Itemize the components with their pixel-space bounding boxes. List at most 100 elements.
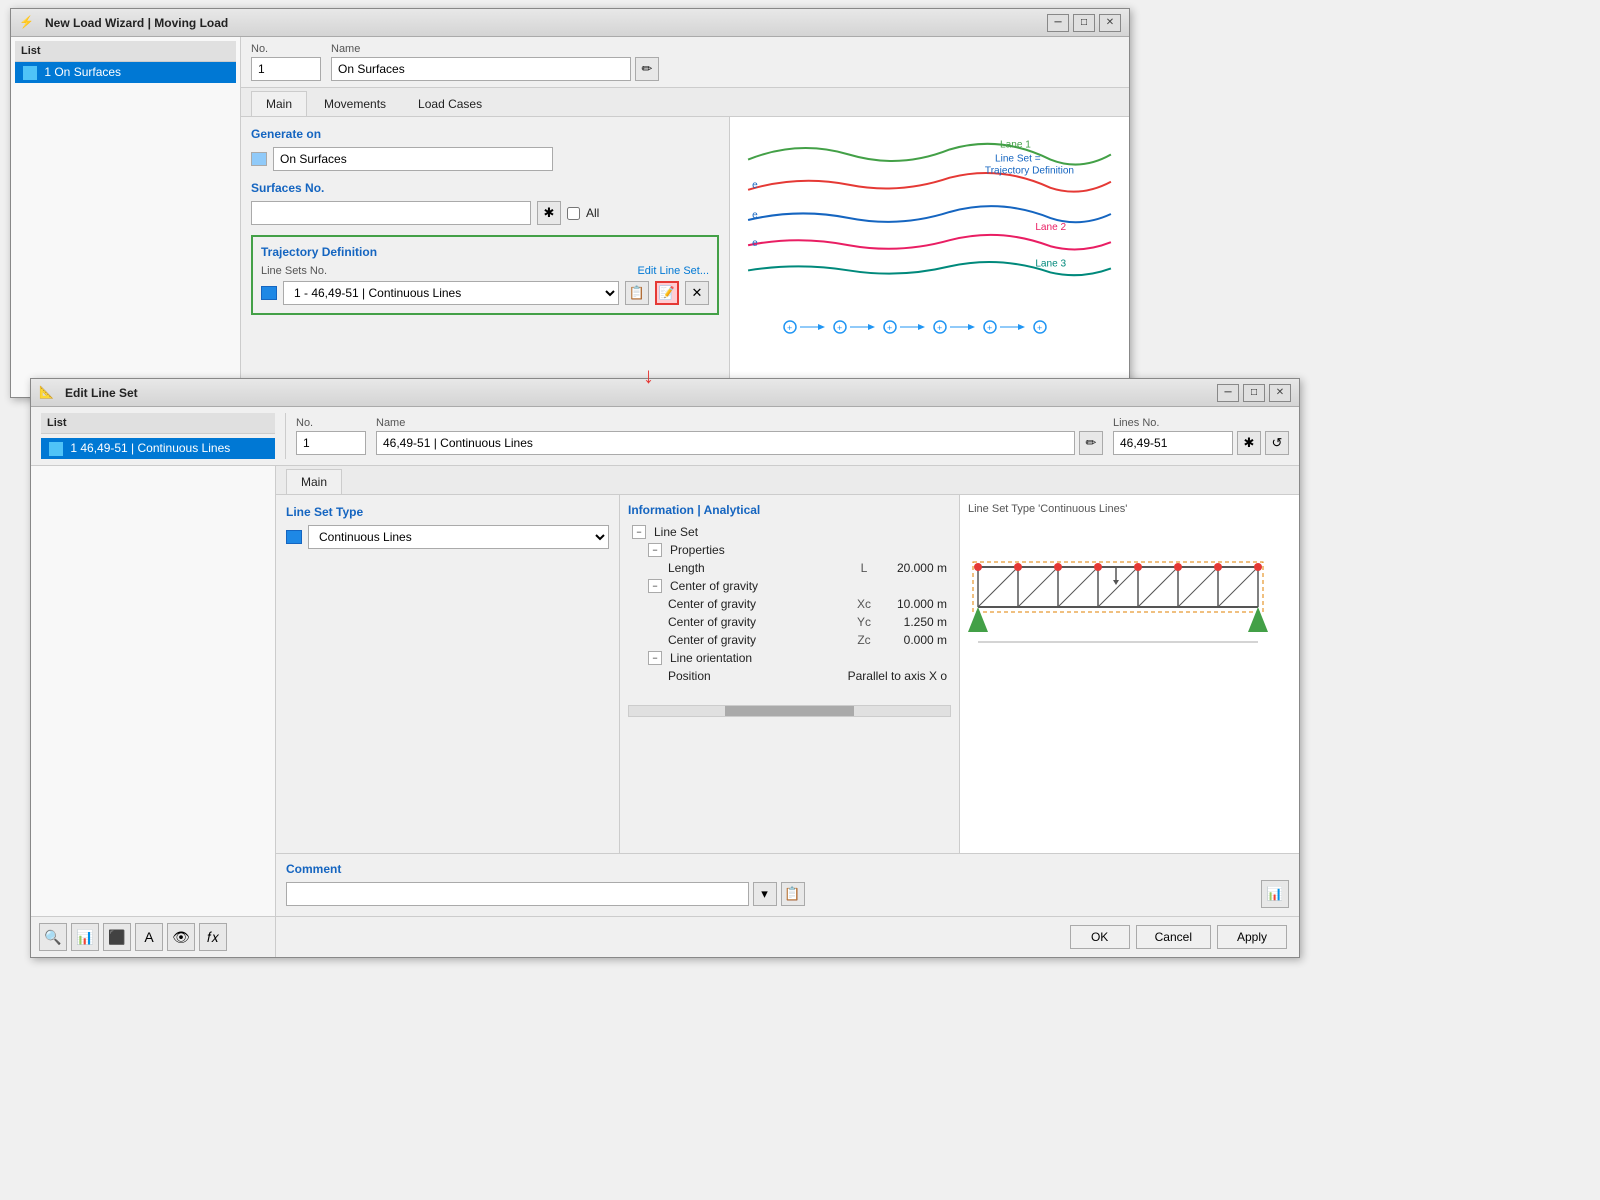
els-name-input[interactable]: [376, 431, 1075, 455]
name-input-row: ✏: [331, 57, 659, 81]
tree-position-row: Position Parallel to axis X o: [628, 667, 951, 685]
lineset-copy-btn[interactable]: 📋: [625, 281, 649, 305]
ok-button[interactable]: OK: [1070, 925, 1130, 949]
els-linesno-group: Lines No. ✱ ↺: [1113, 417, 1289, 455]
edit-lineset-window: 📐 Edit Line Set ─ □ ✕ List 1 46,49-51 | …: [30, 378, 1300, 958]
spacing-diagram: + + + +: [770, 312, 1090, 342]
list-item-1-label: 1 On Surfaces: [44, 65, 121, 79]
svg-text:+: +: [887, 323, 892, 333]
els-list-header: List: [41, 413, 275, 434]
els-bottom-right-btns: OK Cancel Apply: [276, 917, 1299, 957]
tree-xc-value: 10.000 m: [887, 597, 947, 611]
spacing-controls: + + + +: [738, 312, 1121, 342]
name-edit-button[interactable]: ✏: [635, 57, 659, 81]
comment-copy-btn[interactable]: 📋: [781, 882, 805, 906]
els-tab-bar: Main: [276, 466, 1299, 495]
tab-load-cases[interactable]: Load Cases: [403, 91, 497, 116]
lineset-dropdown[interactable]: 1 - 46,49-51 | Continuous Lines: [283, 281, 619, 305]
tree-cog-label: Center of gravity: [670, 579, 758, 593]
tree-yc-var: Yc: [849, 615, 879, 629]
tool-btn-6[interactable]: 𝑓𝑥: [199, 923, 227, 951]
els-list-label-area: List 1 46,49-51 | Continuous Lines: [41, 413, 286, 459]
comment-label: Comment: [286, 862, 1289, 876]
surfaces-no-input[interactable]: [251, 201, 531, 225]
comment-action-btn[interactable]: 📊: [1261, 880, 1289, 908]
lineset-delete-btn[interactable]: ✕: [685, 281, 709, 305]
red-arrow-indicator: ↓: [643, 363, 654, 389]
els-left-content: [31, 466, 275, 474]
els-name-edit-btn[interactable]: ✏: [1079, 431, 1103, 455]
tool-btn-4[interactable]: A: [135, 923, 163, 951]
maximize-button[interactable]: □: [1073, 14, 1095, 32]
els-lines-refresh-btn[interactable]: ↺: [1265, 431, 1289, 455]
line-set-type-row: Continuous Lines: [286, 525, 609, 549]
no-input[interactable]: [251, 57, 321, 81]
close-button[interactable]: ✕: [1099, 14, 1121, 32]
svg-text:+: +: [987, 323, 992, 333]
tree-xc-label: Center of gravity: [668, 597, 841, 611]
tree-lineset-row: − Line Set: [628, 523, 951, 541]
svg-text:e: e: [752, 238, 758, 249]
els-preview-panel: Line Set Type 'Continuous Lines': [959, 495, 1299, 853]
surfaces-select-btn[interactable]: ✱: [537, 201, 561, 225]
main-tab-bar: Main Movements Load Cases: [241, 88, 1129, 117]
main-wizard-title: New Load Wizard | Moving Load: [45, 16, 1041, 30]
tree-length-label: Length: [668, 561, 841, 575]
tool-btn-2[interactable]: 📊: [71, 923, 99, 951]
tree-xc-var: Xc: [849, 597, 879, 611]
comment-dropdown-btn[interactable]: ▾: [753, 882, 777, 906]
els-minimize-button[interactable]: ─: [1217, 384, 1239, 402]
svg-text:Trajectory Definition: Trajectory Definition: [985, 166, 1074, 177]
els-close-button[interactable]: ✕: [1269, 384, 1291, 402]
tool-btn-3[interactable]: ⬛: [103, 923, 131, 951]
tree-orientation-expand[interactable]: −: [648, 651, 662, 665]
els-right-content: Main Line Set Type Continuous Lines: [276, 466, 1299, 916]
svg-text:e: e: [752, 180, 758, 191]
generate-on-label: Generate on: [251, 127, 719, 141]
tool-btn-5[interactable]: 👁: [167, 923, 195, 951]
info-scrollbar[interactable]: [628, 705, 951, 717]
comment-input[interactable]: [286, 882, 749, 906]
tab-movements[interactable]: Movements: [309, 91, 401, 116]
els-linesno-input-row: ✱ ↺: [1113, 431, 1289, 455]
minimize-button[interactable]: ─: [1047, 14, 1069, 32]
surfaces-no-label: Surfaces No.: [251, 181, 719, 195]
tree-cog-expand[interactable]: −: [648, 579, 662, 593]
els-lines-no-input[interactable]: [1113, 431, 1233, 455]
els-titlebar: 📐 Edit Line Set ─ □ ✕: [31, 379, 1299, 407]
els-tab-main[interactable]: Main: [286, 469, 342, 494]
name-input[interactable]: [331, 57, 631, 81]
main-wizard-window: ⚡ New Load Wizard | Moving Load ─ □ ✕ Li…: [10, 8, 1130, 398]
els-no-input[interactable]: [296, 431, 366, 455]
info-scrollbar-thumb: [725, 706, 853, 716]
tool-btn-1[interactable]: 🔍: [39, 923, 67, 951]
wizard-body: List 1 On Surfaces No. Name ✏: [11, 37, 1129, 397]
els-lines-select-btn[interactable]: ✱: [1237, 431, 1261, 455]
line-sets-no-label: Line Sets No.: [261, 265, 327, 277]
cancel-button[interactable]: Cancel: [1136, 925, 1211, 949]
tree-properties-expand[interactable]: −: [648, 543, 662, 557]
main-wizard-controls: ─ □ ✕: [1047, 14, 1121, 32]
els-body: List 1 46,49-51 | Continuous Lines No. N…: [31, 407, 1299, 957]
list-item-1[interactable]: 1 On Surfaces: [15, 62, 236, 83]
lineset-edit-btn[interactable]: 📝: [655, 281, 679, 305]
trajectory-title: Trajectory Definition: [261, 245, 709, 259]
svg-text:+: +: [837, 323, 842, 333]
no-label: No.: [251, 43, 321, 55]
tree-yc-value: 1.250 m: [887, 615, 947, 629]
tree-zc-row: Center of gravity Zc 0.000 m: [628, 631, 951, 649]
generate-on-input[interactable]: [273, 147, 553, 171]
svg-text:+: +: [1037, 323, 1042, 333]
info-header: Information | Analytical: [628, 503, 951, 517]
tree-lineset-expand[interactable]: −: [632, 525, 646, 539]
els-list-item-1[interactable]: 1 46,49-51 | Continuous Lines: [41, 438, 275, 459]
wizard-title-icon: ⚡: [19, 15, 35, 31]
tree-orientation-row: − Line orientation: [628, 649, 951, 667]
tree-length-value: 20.000 m: [887, 561, 947, 575]
els-maximize-button[interactable]: □: [1243, 384, 1265, 402]
all-checkbox[interactable]: [567, 207, 580, 220]
line-set-type-dropdown[interactable]: Continuous Lines: [308, 525, 609, 549]
els-content-area: Line Set Type Continuous Lines Informati…: [276, 495, 1299, 853]
tab-main[interactable]: Main: [251, 91, 307, 116]
apply-button[interactable]: Apply: [1217, 925, 1287, 949]
